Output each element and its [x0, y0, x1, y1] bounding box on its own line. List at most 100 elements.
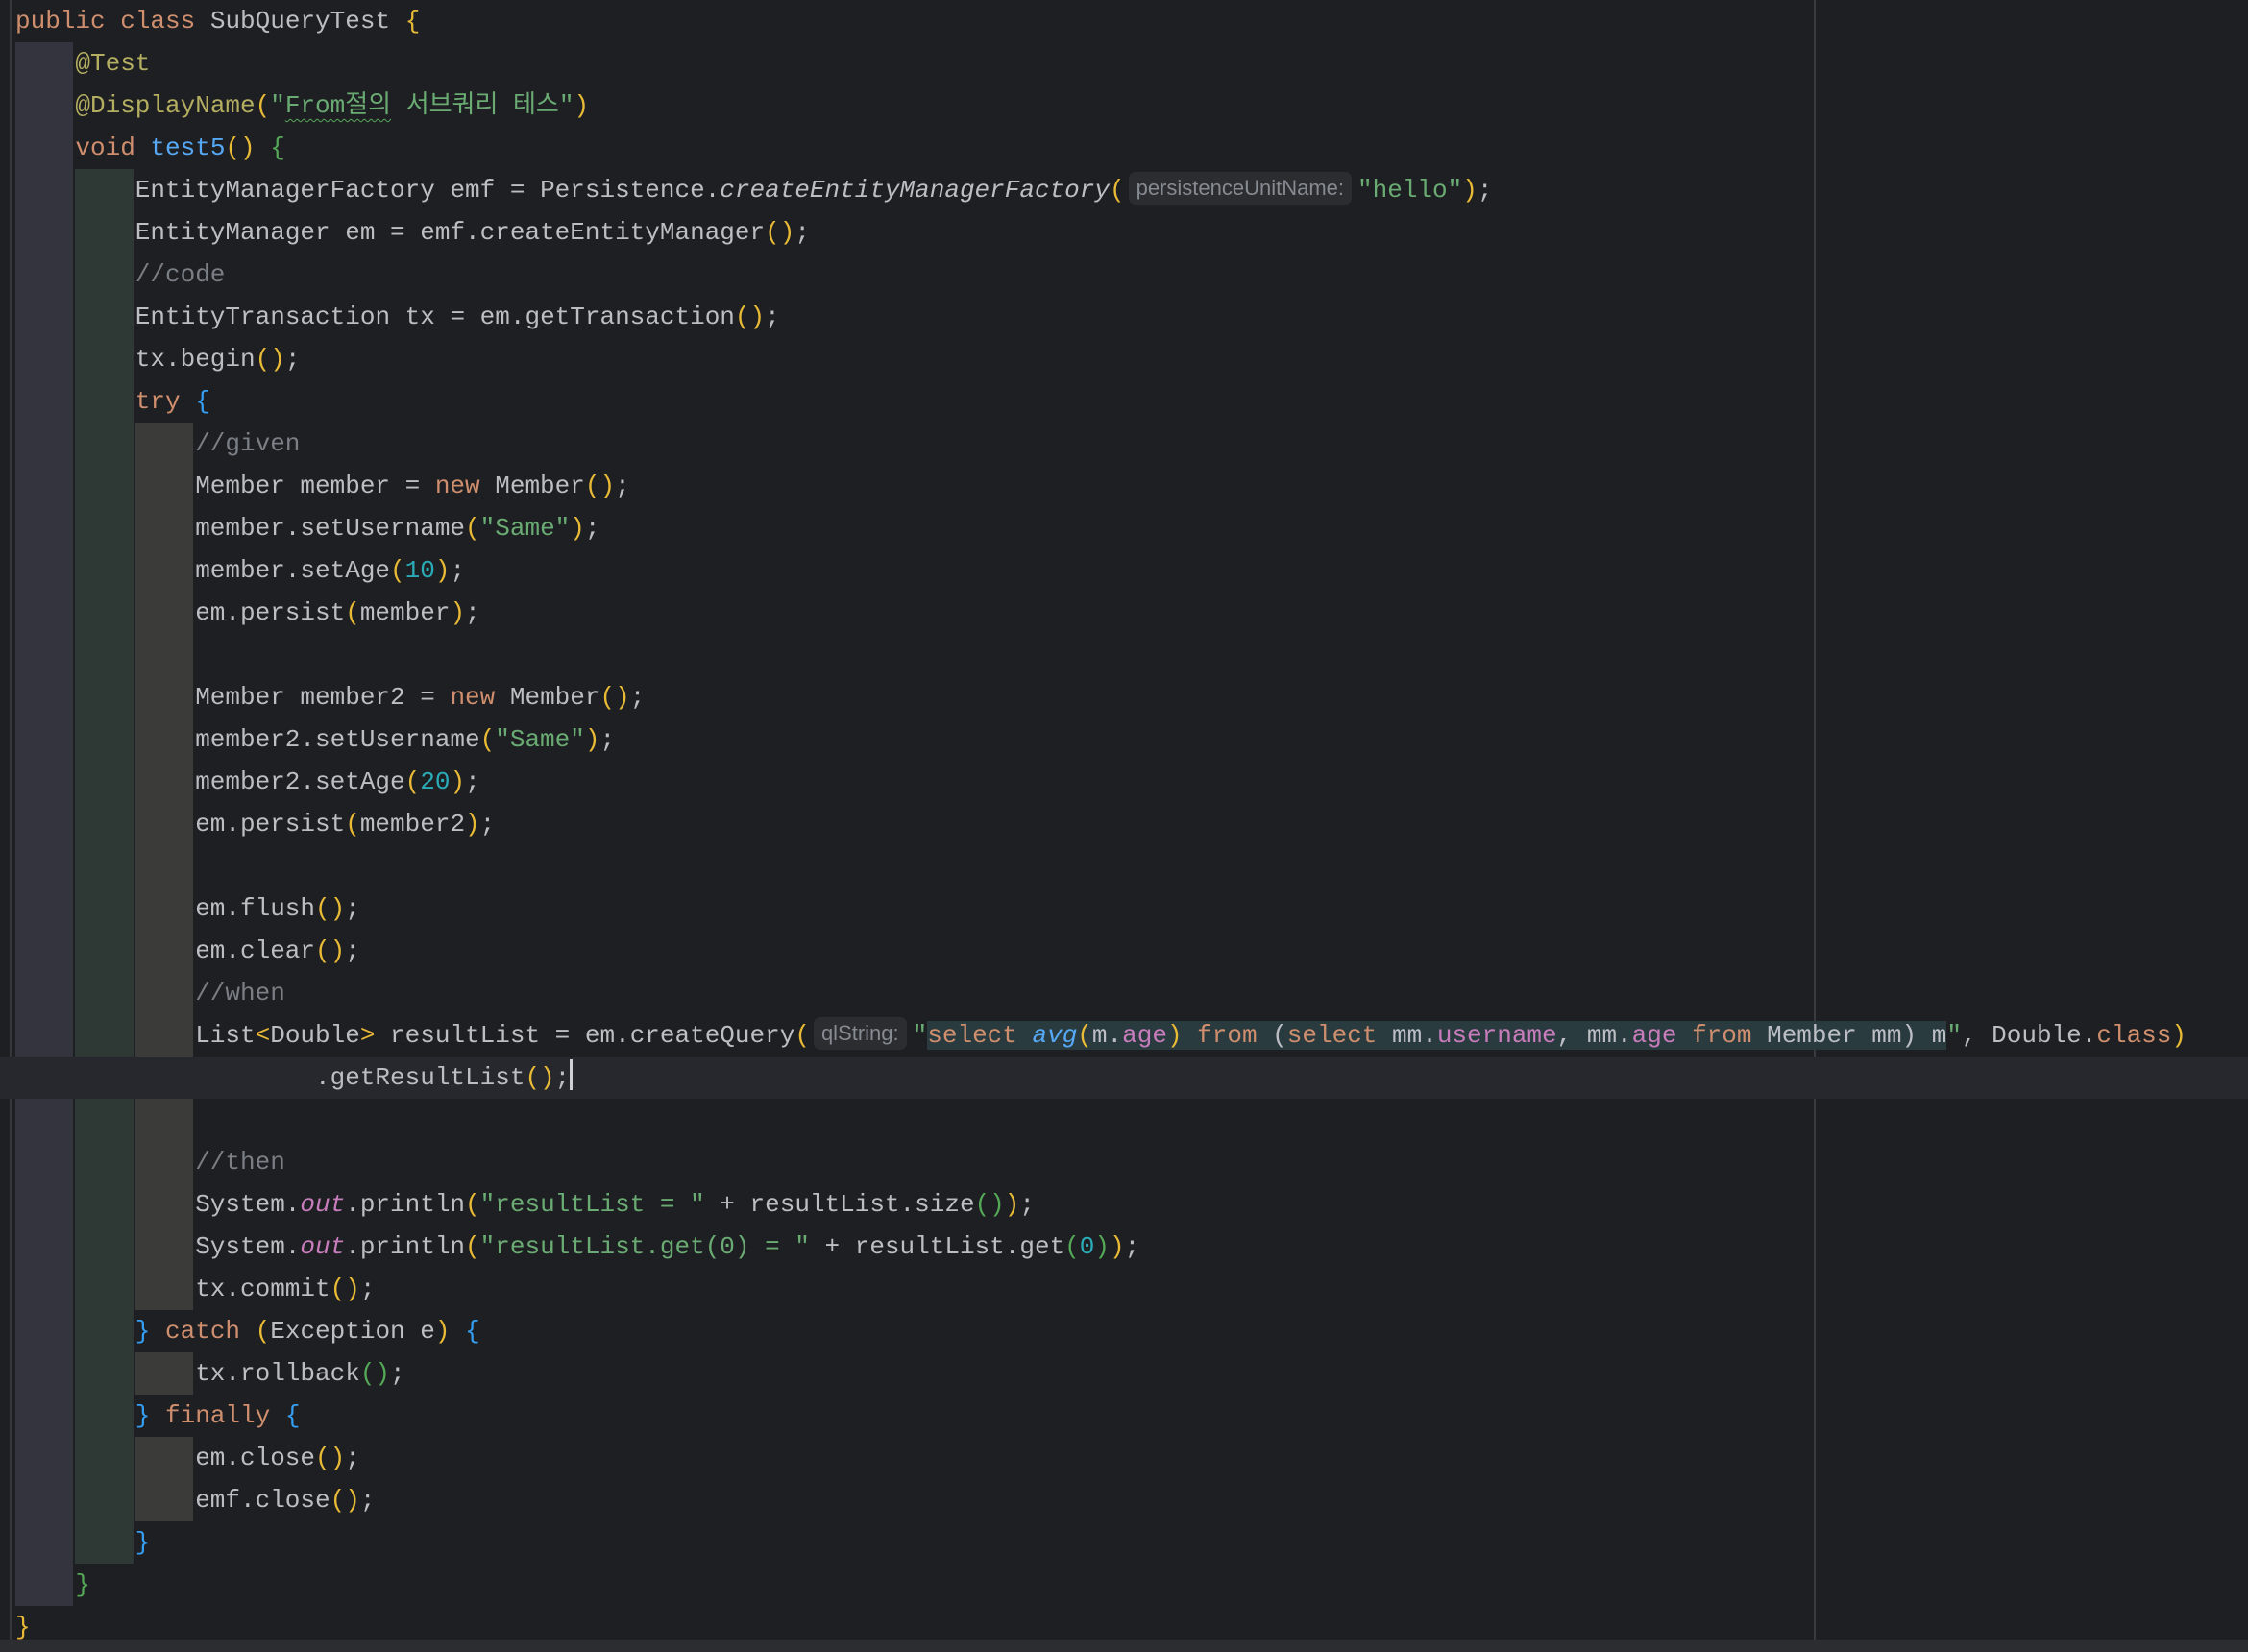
code-line[interactable]: //when: [0, 972, 2248, 1014]
code-line[interactable]: tx.begin();: [0, 338, 2248, 380]
code-token: mm.: [1392, 1021, 1437, 1050]
code-line[interactable]: member2.setUsername("Same");: [0, 718, 2248, 761]
code-token: ): [450, 598, 466, 627]
code-line[interactable]: em.persist(member);: [0, 592, 2248, 634]
code-line[interactable]: //code: [0, 254, 2248, 296]
code-line-text: EntityTransaction tx = em.getTransaction…: [135, 296, 780, 338]
code-line[interactable]: em.persist(member2);: [0, 803, 2248, 845]
code-token: out: [300, 1190, 346, 1219]
code-token: + resultList.get: [809, 1232, 1065, 1261]
code-line[interactable]: public class SubQueryTest {: [0, 0, 2248, 42]
code-token: @DisplayName: [75, 91, 256, 120]
code-line-text: em.persist(member);: [195, 592, 479, 634]
code-token: }: [134, 1401, 151, 1430]
code-token: ): [450, 767, 466, 796]
code-token: ;: [765, 303, 780, 331]
code-line[interactable]: try {: [0, 380, 2248, 423]
code-token: ;: [794, 218, 810, 247]
code-line-text: try {: [135, 380, 210, 423]
code-token: (: [1272, 1021, 1287, 1050]
code-line[interactable]: } catch (Exception e) {: [0, 1310, 2248, 1352]
code-token: Member mm) m: [1767, 1021, 1947, 1050]
code-token: catch: [150, 1317, 256, 1346]
code-token: (: [1109, 176, 1125, 205]
code-line-text: member.setUsername("Same");: [195, 507, 599, 549]
code-token: (: [390, 556, 405, 585]
code-token: (): [255, 345, 285, 374]
code-line[interactable]: List<Double> resultList = em.createQuery…: [0, 1014, 2248, 1057]
code-line-text: //when: [195, 972, 285, 1014]
code-token: (: [345, 810, 360, 838]
code-line[interactable]: tx.commit();: [0, 1268, 2248, 1310]
code-line[interactable]: System.out.println("resultList.get(0) = …: [0, 1226, 2248, 1268]
code-token: Member: [495, 472, 585, 500]
code-token: resultList = em.createQuery: [375, 1021, 795, 1050]
code-line[interactable]: @DisplayName("From절의 서브쿼리 테스"): [0, 85, 2248, 127]
code-token: ): [2171, 1021, 2187, 1050]
code-token: SubQueryTest: [209, 7, 405, 36]
code-token: .println: [345, 1190, 466, 1219]
code-line[interactable]: member.setUsername("Same");: [0, 507, 2248, 549]
code-token: (: [345, 598, 360, 627]
code-token: ;: [465, 767, 480, 796]
code-line[interactable]: EntityManager em = emf.createEntityManag…: [0, 211, 2248, 254]
code-token: try: [134, 387, 196, 416]
code-line-text: Member member2 = new Member();: [195, 676, 645, 718]
code-token: avg: [1032, 1021, 1078, 1050]
code-token: System.: [195, 1232, 301, 1261]
code-line[interactable]: em.close();: [0, 1437, 2248, 1479]
code-line-text: member.setAge(10);: [195, 549, 465, 592]
code-token: (): [330, 1486, 360, 1515]
code-editor[interactable]: public class SubQueryTest {@Test @Display…: [0, 0, 2248, 1641]
code-token: [1182, 1021, 1198, 1050]
code-line[interactable]: [0, 845, 2248, 887]
code-line[interactable]: @Test: [0, 42, 2248, 85]
code-line[interactable]: void test5() {: [0, 127, 2248, 169]
code-line[interactable]: EntityTransaction tx = em.getTransaction…: [0, 296, 2248, 338]
code-token: tx.rollback: [195, 1359, 360, 1388]
code-line-text: @DisplayName("From절의 서브쿼리 테스"): [75, 85, 589, 127]
code-line[interactable]: [0, 634, 2248, 676]
code-line[interactable]: //then: [0, 1141, 2248, 1183]
code-token: ): [1110, 1232, 1125, 1261]
horizontal-scrollbar-track[interactable]: [0, 1640, 2248, 1652]
code-token: ): [434, 1317, 451, 1346]
code-line[interactable]: tx.rollback();: [0, 1352, 2248, 1395]
code-token: ): [584, 725, 600, 754]
code-token: public class: [15, 7, 210, 36]
code-line[interactable]: EntityManagerFactory emf = Persistence.c…: [0, 169, 2248, 211]
code-line[interactable]: //given: [0, 423, 2248, 465]
code-token: ;: [359, 1486, 376, 1515]
code-token: em.flush: [195, 894, 316, 923]
code-line-text: Member member = new Member();: [195, 465, 630, 507]
code-token: Member member =: [195, 472, 435, 500]
code-line[interactable]: emf.close();: [0, 1479, 2248, 1521]
code-line[interactable]: Member member = new Member();: [0, 465, 2248, 507]
code-line[interactable]: [0, 1099, 2248, 1141]
code-token: test5: [150, 134, 226, 162]
code-line[interactable]: em.flush();: [0, 887, 2248, 930]
code-line-text: List<Double> resultList = em.createQuery…: [195, 1014, 2187, 1057]
code-token: username: [1436, 1021, 1557, 1050]
code-line[interactable]: }: [0, 1521, 2248, 1564]
code-token: emf.close: [195, 1486, 330, 1515]
code-line[interactable]: member.setAge(10);: [0, 549, 2248, 592]
code-token: }: [134, 1528, 151, 1557]
code-line[interactable]: Member member2 = new Member();: [0, 676, 2248, 718]
code-token: out: [300, 1232, 346, 1261]
code-line-text: @Test: [75, 42, 150, 85]
code-token: (): [359, 1359, 391, 1388]
code-line-current[interactable]: .getResultList();: [0, 1057, 2248, 1099]
code-line[interactable]: } finally {: [0, 1395, 2248, 1437]
parameter-name-hint[interactable]: persistenceUnitName:: [1128, 172, 1353, 205]
parameter-name-hint[interactable]: qlString:: [813, 1017, 907, 1050]
code-line[interactable]: em.clear();: [0, 930, 2248, 972]
code-token: new: [450, 683, 510, 712]
code-token: em.close: [195, 1444, 316, 1472]
code-line[interactable]: }: [0, 1564, 2248, 1606]
code-token: (: [255, 91, 271, 120]
code-line[interactable]: System.out.println("resultList = " + res…: [0, 1183, 2248, 1226]
code-line[interactable]: member2.setAge(20);: [0, 761, 2248, 803]
code-token: (: [465, 1190, 480, 1219]
code-token: }: [134, 1317, 151, 1346]
